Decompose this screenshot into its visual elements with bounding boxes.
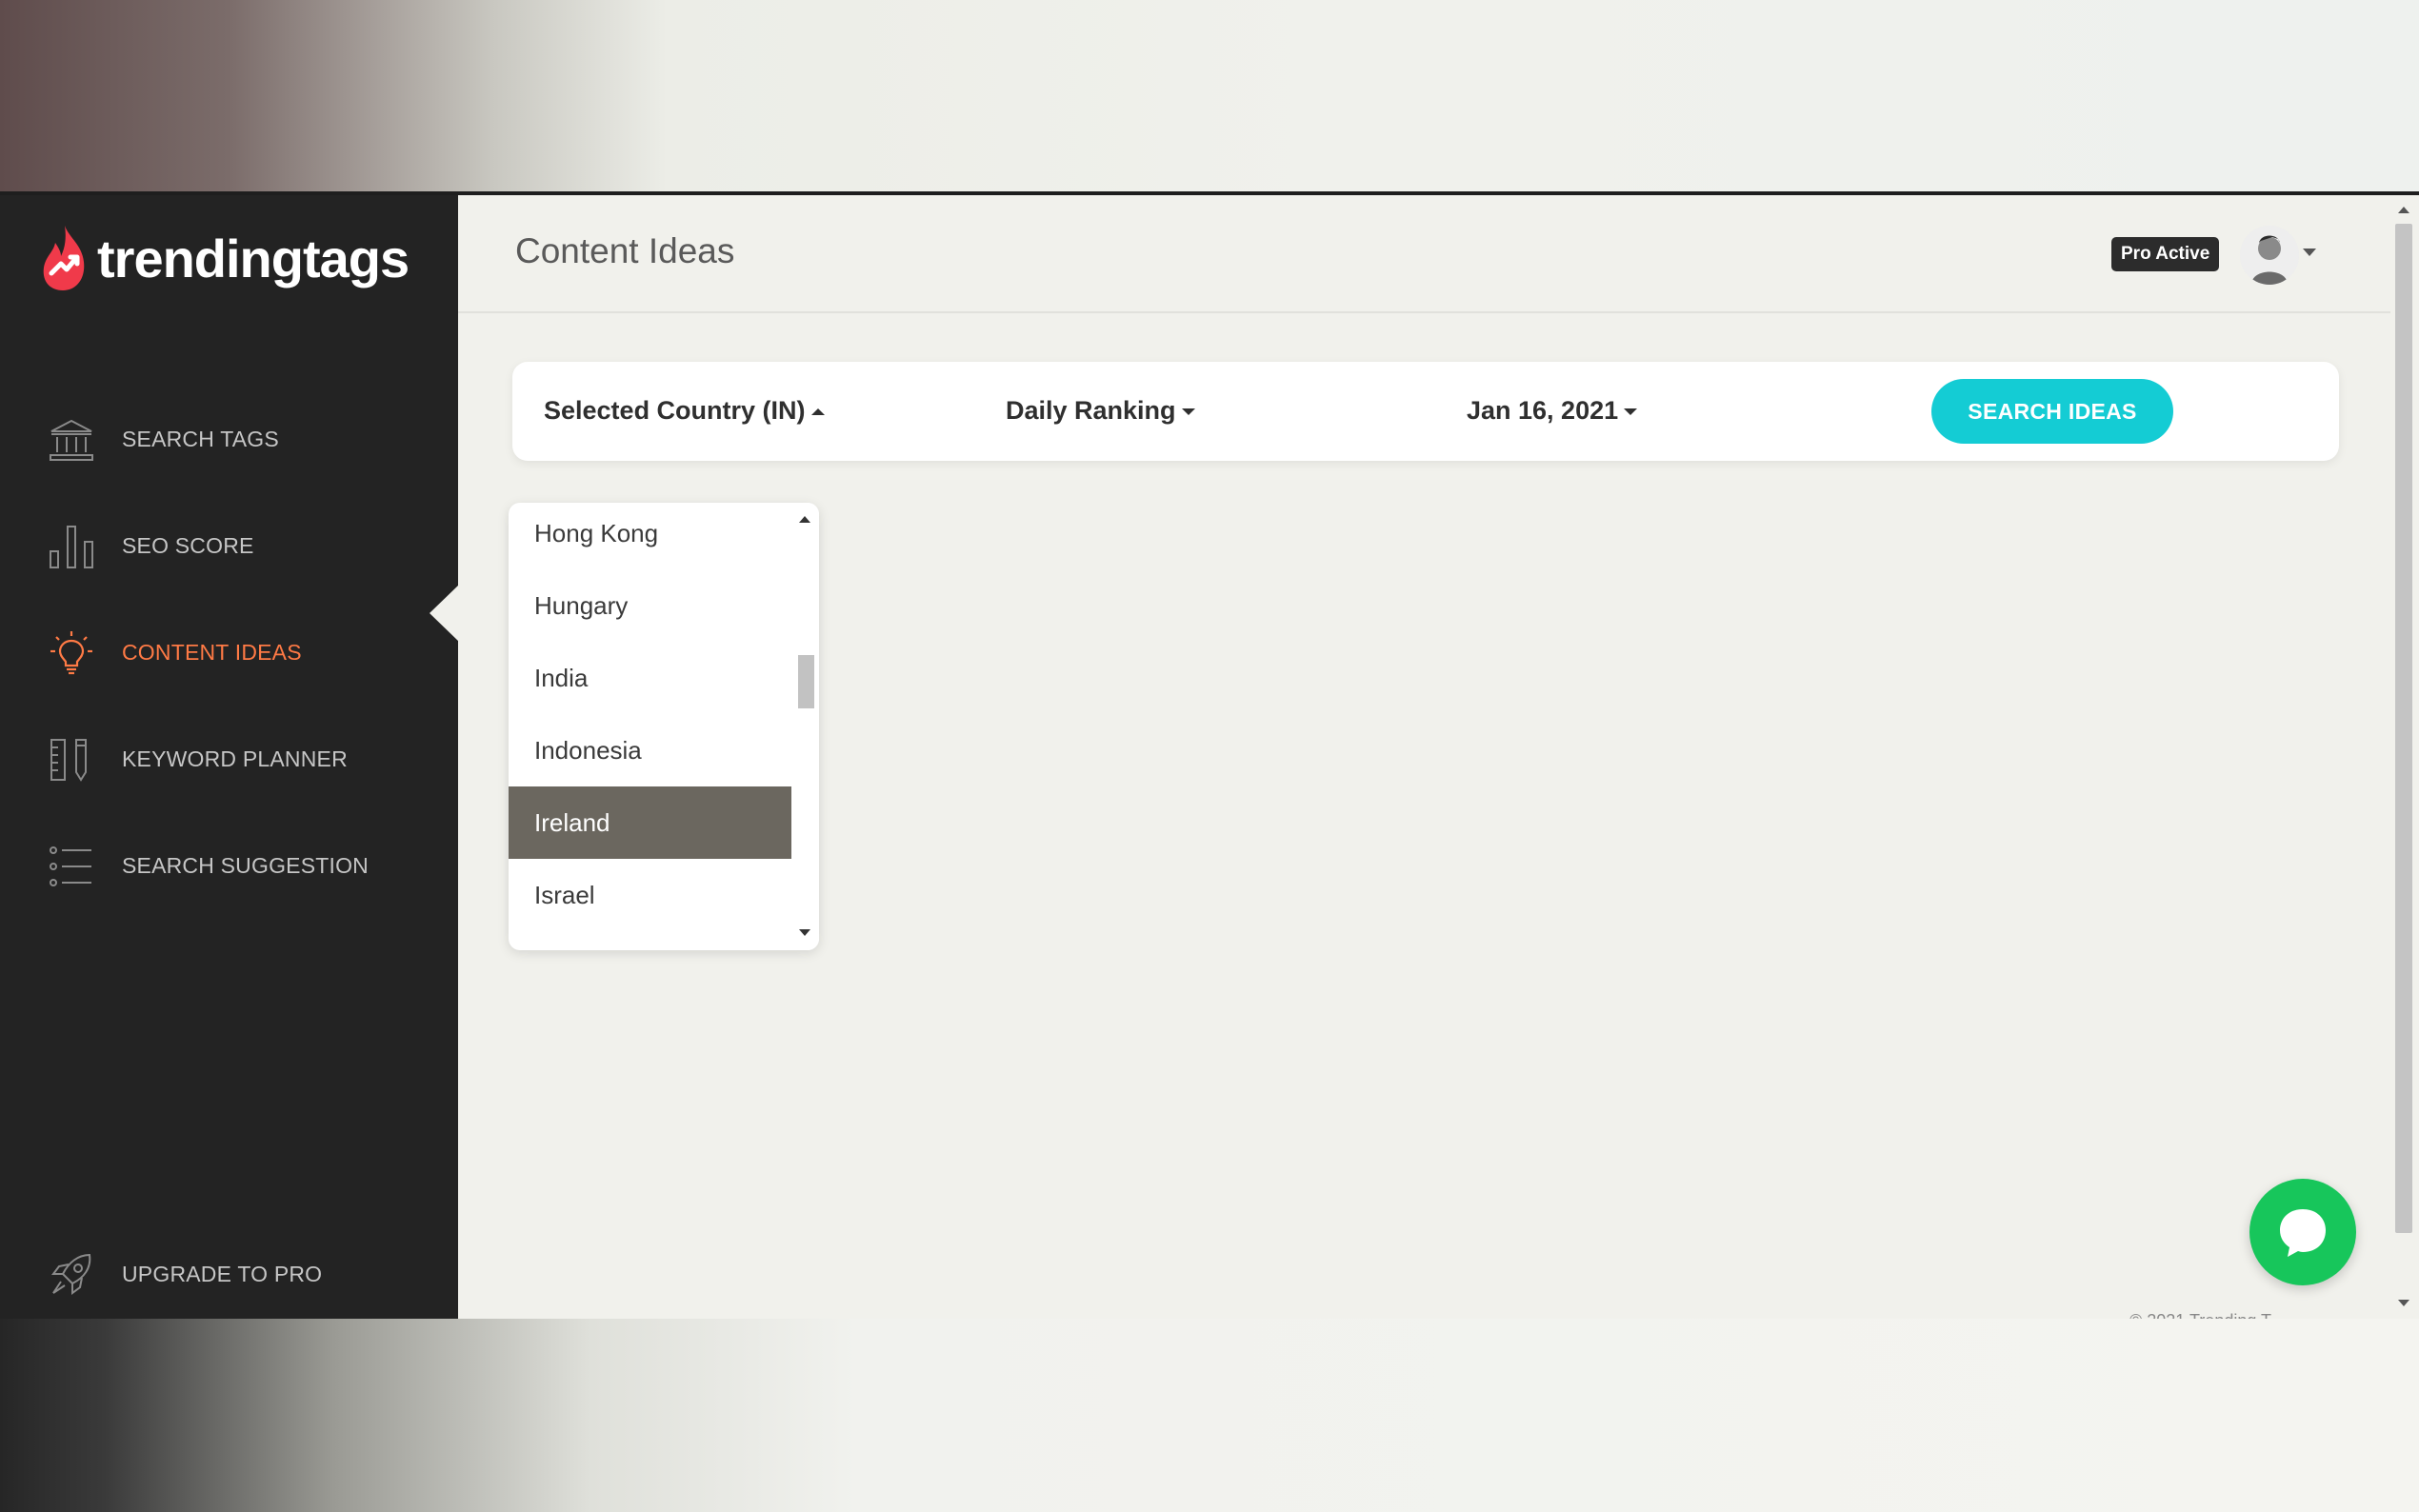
country-select-label: Selected Country (IN): [544, 396, 806, 425]
lightbulb-icon: [50, 631, 92, 675]
list-item[interactable]: Israel: [509, 859, 791, 931]
date-select[interactable]: Jan 16, 2021: [1467, 396, 1638, 426]
chevron-down-icon: [1181, 408, 1195, 416]
scroll-down-arrow-icon[interactable]: [2398, 1300, 2409, 1306]
bank-icon: [50, 419, 93, 461]
app-window: trendingtags SEARCH TAGS SEO SCORE CONTE…: [0, 195, 2419, 1319]
country-select[interactable]: Selected Country (IN): [544, 396, 825, 426]
sidebar-item-search-suggestion[interactable]: SEARCH SUGGESTION: [0, 827, 458, 904]
list-scrollbar-thumb[interactable]: [798, 655, 814, 708]
page-scrollbar[interactable]: [2390, 195, 2419, 1319]
scroll-up-arrow-icon[interactable]: [2398, 207, 2409, 213]
chevron-down-icon[interactable]: [2303, 249, 2316, 256]
sidebar-item-content-ideas[interactable]: CONTENT IDEAS: [0, 614, 458, 690]
search-ideas-button[interactable]: SEARCH IDEAS: [1931, 379, 2173, 444]
date-select-label: Jan 16, 2021: [1467, 396, 1619, 425]
list-item[interactable]: Indonesia: [509, 714, 791, 786]
status-badge: Pro Active: [2111, 237, 2220, 271]
rocket-icon: [51, 1253, 91, 1295]
ranking-select[interactable]: Daily Ranking: [1006, 396, 1195, 426]
user-avatar-icon: [2240, 226, 2299, 285]
scroll-up-arrow-icon[interactable]: [799, 516, 810, 523]
page-scrollbar-thumb[interactable]: [2395, 224, 2412, 1233]
bar-chart-icon: [50, 526, 93, 568]
chevron-down-icon: [1624, 408, 1638, 416]
sidebar-item-label: SEO SCORE: [122, 532, 254, 558]
ranking-select-label: Daily Ranking: [1006, 396, 1176, 425]
scroll-down-arrow-icon[interactable]: [799, 929, 810, 936]
filter-bar: Selected Country (IN) Daily Ranking Jan …: [512, 362, 2339, 461]
list-scrollbar[interactable]: [791, 503, 819, 950]
brand-logo[interactable]: trendingtags: [40, 224, 410, 292]
chevron-up-icon: [810, 408, 825, 416]
list-item-selected[interactable]: Ireland: [509, 786, 791, 859]
backdrop-bottom: [0, 1319, 2419, 1512]
ruler-pencil-icon: [50, 739, 87, 782]
page-title: Content Ideas: [515, 231, 735, 270]
sidebar-item-search-tags[interactable]: SEARCH TAGS: [0, 401, 458, 477]
avatar[interactable]: [2240, 226, 2299, 285]
brand-name: trendingtags: [97, 228, 410, 288]
sidebar: trendingtags SEARCH TAGS SEO SCORE CONTE…: [0, 195, 458, 1319]
list-item[interactable]: Hong Kong: [509, 503, 791, 569]
sidebar-item-label: SEARCH TAGS: [122, 426, 279, 451]
backdrop-top: [0, 0, 2419, 193]
sidebar-item-label: KEYWORD PLANNER: [122, 746, 348, 771]
flame-logo-icon: [43, 226, 85, 290]
sidebar-item-label: SEARCH SUGGESTION: [122, 852, 369, 878]
footer-copyright: © 2021 Trending T: [2129, 1311, 2271, 1319]
upgrade-to-pro-button[interactable]: UPGRADE TO PRO: [0, 1236, 458, 1312]
chat-button[interactable]: [2249, 1179, 2356, 1285]
sidebar-item-seo-score[interactable]: SEO SCORE: [0, 507, 458, 584]
sidebar-item-label: CONTENT IDEAS: [122, 639, 302, 665]
country-dropdown-list[interactable]: Hong Kong Hungary India Indonesia Irelan…: [509, 503, 819, 950]
list-item[interactable]: India: [509, 642, 791, 714]
sidebar-item-keyword-planner[interactable]: KEYWORD PLANNER: [0, 721, 458, 797]
upgrade-label: UPGRADE TO PRO: [122, 1261, 323, 1286]
page-header: Content Ideas Pro Active: [458, 195, 2390, 313]
chat-bubble-icon: [2280, 1209, 2326, 1257]
list-icon: [50, 846, 91, 886]
list-item[interactable]: Hungary: [509, 569, 791, 642]
active-item-indicator: [430, 585, 459, 642]
